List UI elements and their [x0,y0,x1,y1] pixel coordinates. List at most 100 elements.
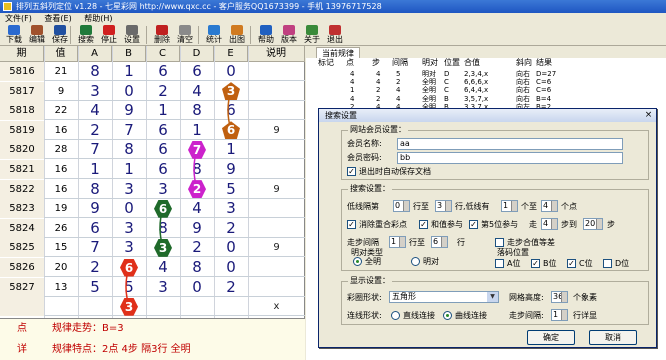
lowline-min-spin[interactable]: 1 [501,200,518,212]
pattern-cell[interactable]: 4 [350,78,354,86]
pattern-cell[interactable]: 6,4,4,x [464,86,488,94]
save-button[interactable]: 保存 [48,24,72,46]
search-settings-dialog: 搜索设置 × 网站会员设置： 会员名称: aa 会员密码: bb ✓ 退出时自动… [318,108,657,348]
pattern-header[interactable]: 合值 [464,58,480,68]
pattern-cell[interactable]: 5 [396,70,400,78]
sum-participate-checkbox[interactable]: ✓ [419,220,428,229]
autosave-checkbox[interactable]: ✓ [347,167,356,176]
pos-d-checkbox[interactable] [603,259,612,268]
help-button[interactable]: 帮助 [254,24,278,46]
pattern-header[interactable]: 位置 [444,58,460,68]
marker-shape-label: 彩圈形状: [347,293,382,302]
pattern-cell[interactable]: 4 [350,70,354,78]
step-to-spin[interactable]: 20 [583,218,603,230]
settings-button[interactable]: 设置 [120,24,144,46]
pattern-cell[interactable]: 1 [350,86,354,94]
pattern-cell[interactable]: D [444,70,449,78]
member-name-input[interactable]: aa [397,138,623,150]
fifth-pos-checkbox[interactable]: ✓ [469,220,478,229]
line-straight-radio[interactable] [391,311,400,320]
pattern-cell[interactable]: 2 [396,78,400,86]
delete-icon [156,25,168,35]
pos-group-title: 落码位置 [497,248,529,257]
pattern-header[interactable]: 结果 [536,58,552,68]
pattern-cell[interactable]: 向右 [516,95,530,103]
cancel-button[interactable]: 取消 [589,330,637,345]
interval-from-spin[interactable]: 1 [389,236,406,248]
md-pair-radio[interactable] [411,257,420,266]
pattern-header[interactable]: 斜向 [516,58,532,68]
about-icon [306,25,318,35]
pattern-cell[interactable]: 4 [376,78,380,86]
lowline-from-spin[interactable]: 0 [393,200,410,212]
pattern-cell[interactable]: C [444,78,449,86]
menu-view[interactable]: 查看(E) [39,13,76,24]
pattern-cell[interactable]: 全明 [422,78,436,86]
pattern-cell[interactable]: 6,6,6,x [464,78,488,86]
interval-to-spin[interactable]: 6 [431,236,448,248]
download-button[interactable]: 下载 [2,24,26,46]
lowline-to-spin[interactable]: 3 [435,200,452,212]
pattern-cell[interactable]: D=27 [536,70,556,78]
lowline-label: 低线隔第 [347,202,379,211]
pattern-cell[interactable]: 3,5,7,x [464,95,488,103]
pos-b-checkbox[interactable]: ✓ [531,259,540,268]
pattern-cell[interactable]: 4 [350,95,354,103]
ok-button[interactable]: 确定 [527,330,575,345]
pattern-header[interactable]: 明对 [422,58,438,68]
lowline-unit-label: 个点 [561,202,577,211]
member-password-input[interactable]: bb [397,152,623,164]
search-button[interactable]: 搜索 [74,24,98,46]
md-all-radio[interactable] [353,257,362,266]
pattern-cell[interactable]: 全明 [422,95,436,103]
stats-button[interactable]: 统计 [202,24,226,46]
pattern-header[interactable]: 点 [346,58,354,68]
marker-shape-select[interactable]: 五角形 [389,291,499,303]
pattern-cell[interactable]: C=6 [536,86,551,94]
pattern-cell[interactable]: 向右 [516,86,530,94]
step-interval-spin[interactable]: 1 [551,309,568,321]
step-from-spin[interactable]: 4 [541,218,558,230]
close-icon[interactable]: × [643,110,654,121]
pattern-cell[interactable]: 4 [396,95,400,103]
remove-overlap-checkbox[interactable]: ✓ [347,220,356,229]
pattern-cell[interactable]: 向右 [516,70,530,78]
about-button[interactable]: 关于 [300,24,324,46]
line-curve-radio[interactable] [443,311,452,320]
pattern-cell[interactable]: B [444,95,449,103]
lowline-has-label: 行,低线有 [455,202,490,211]
pattern-cell[interactable]: 全明 [422,86,436,94]
pattern-cell[interactable]: 4 [396,86,400,94]
pattern-cell[interactable]: 2 [376,95,380,103]
pos-a-checkbox[interactable] [495,259,504,268]
lowline-max-spin[interactable]: 4 [541,200,558,212]
tab-current-pattern[interactable]: 当前规律 [316,47,360,58]
step-equal-checkbox[interactable] [495,238,504,247]
number-grid: 期值ABCDE说明5816218166058179302435818224918… [0,46,305,318]
pattern-cell[interactable]: 向右 [516,78,530,86]
toolbar-label: 统计 [206,35,222,44]
stop-button[interactable]: 停止 [97,24,121,46]
pattern-cell[interactable]: 2,3,4,x [464,70,488,78]
toolbar-label: 保存 [52,35,68,44]
pattern-cell[interactable]: C=6 [536,78,551,86]
chart-button[interactable]: 出图 [225,24,249,46]
edit-button[interactable]: 编辑 [25,24,49,46]
version-button[interactable]: 版本 [277,24,301,46]
pattern-cell[interactable]: B=4 [536,95,551,103]
menu-file[interactable]: 文件(F) [0,13,37,24]
clear-button[interactable]: 清空 [173,24,197,46]
menu-help[interactable]: 帮助(H) [79,13,117,24]
pattern-cell[interactable]: 4 [376,70,380,78]
grid-height-spin[interactable]: 36 [551,291,568,303]
pos-c-checkbox[interactable]: ✓ [567,259,576,268]
pattern-header[interactable]: 步 [372,58,380,68]
pattern-header[interactable]: 间隔 [392,58,408,68]
mdtype-group: 明对类型 [347,248,457,267]
delete-button[interactable]: 删除 [150,24,174,46]
exit-button[interactable]: 退出 [323,24,347,46]
pattern-cell[interactable]: 2 [376,86,380,94]
pattern-cell[interactable]: 明对 [422,70,436,78]
pattern-header[interactable]: 标记 [318,58,334,68]
pattern-cell[interactable]: C [444,86,449,94]
